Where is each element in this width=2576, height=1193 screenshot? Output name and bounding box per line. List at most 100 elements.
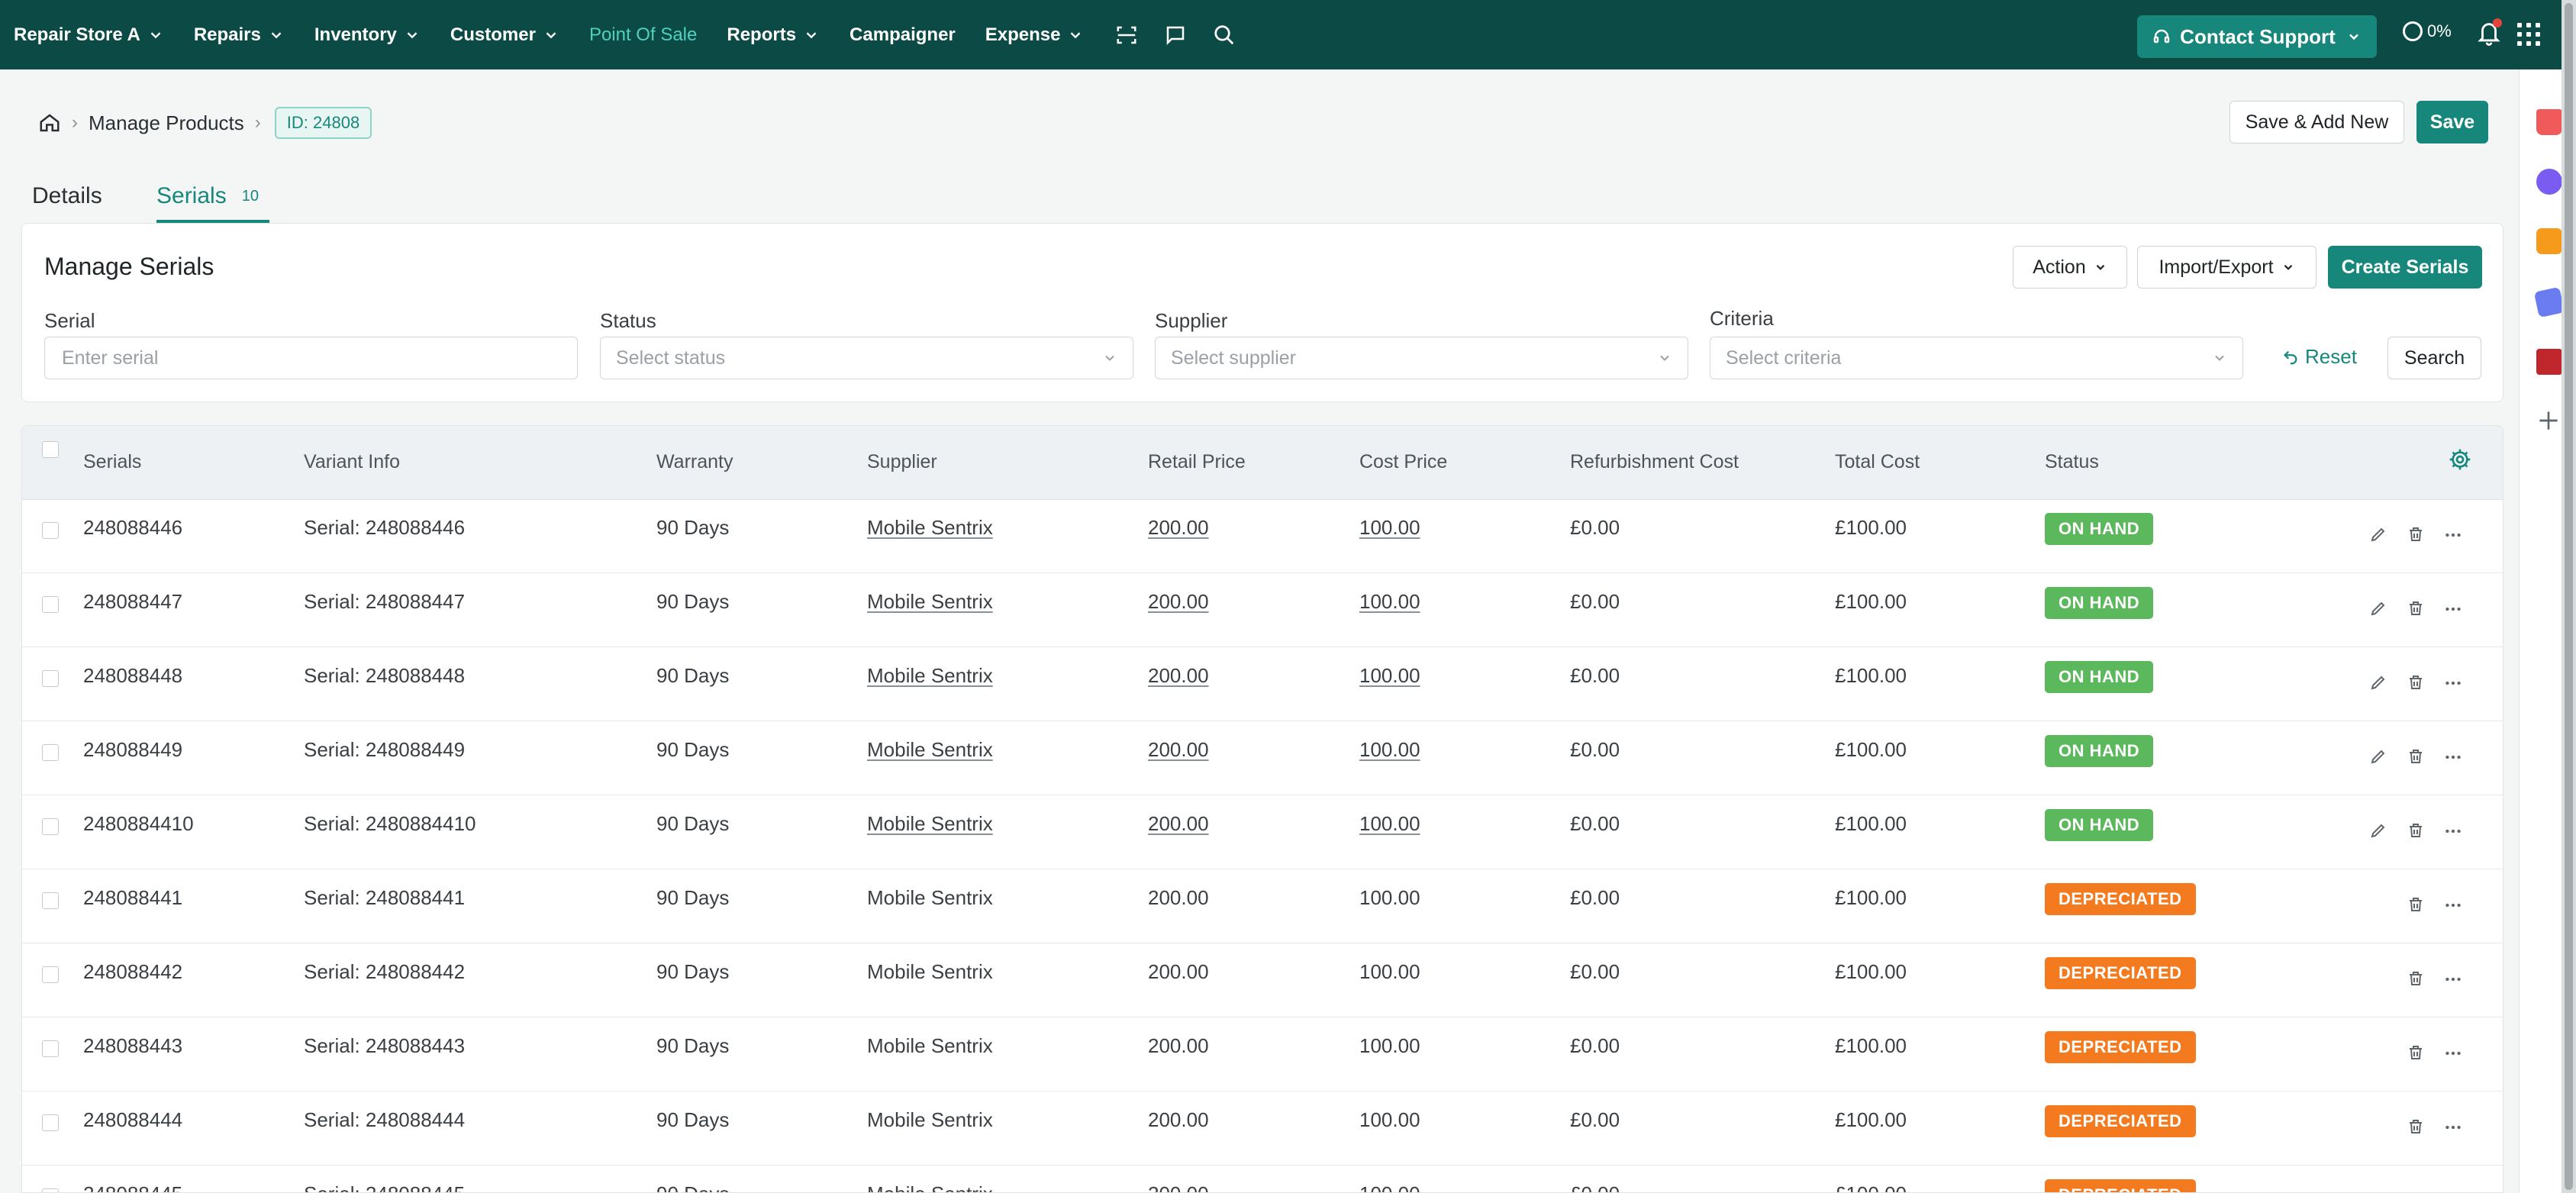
trash-icon[interactable] bbox=[2407, 895, 2426, 915]
save-button[interactable]: Save bbox=[2416, 101, 2488, 143]
table-row[interactable]: 248088443 Serial: 248088443 90 Days Mobile … bbox=[22, 1017, 2503, 1091]
edit-icon[interactable] bbox=[2369, 673, 2389, 693]
row-checkbox[interactable] bbox=[42, 596, 59, 613]
more-options-icon[interactable] bbox=[2443, 1117, 2463, 1137]
tab-details[interactable]: Details bbox=[32, 183, 102, 209]
row-checkbox[interactable] bbox=[42, 670, 59, 687]
notification-bell-icon[interactable] bbox=[2476, 18, 2503, 49]
retail-price-cell[interactable]: 200.00 bbox=[1148, 664, 1209, 688]
create-serials-button[interactable]: Create Serials bbox=[2328, 246, 2482, 289]
column-header-status[interactable]: Status bbox=[2045, 451, 2099, 473]
trash-icon[interactable] bbox=[2407, 747, 2426, 767]
column-header-retail-price[interactable]: Retail Price bbox=[1148, 451, 1246, 473]
row-checkbox[interactable] bbox=[42, 1114, 59, 1131]
nav-item-customer[interactable]: Customer bbox=[450, 24, 559, 46]
row-checkbox[interactable] bbox=[42, 744, 59, 761]
nav-item-point-of-sale[interactable]: Point Of Sale bbox=[589, 24, 697, 46]
trash-icon[interactable] bbox=[2407, 821, 2426, 841]
table-row[interactable]: 2480884410 Serial: 2480884410 90 Days Mobil… bbox=[22, 795, 2503, 869]
action-dropdown[interactable]: Action bbox=[2013, 246, 2127, 289]
more-options-icon[interactable] bbox=[2443, 599, 2463, 619]
edit-icon[interactable] bbox=[2369, 747, 2389, 767]
supplier-cell[interactable]: Mobile Sentrix bbox=[867, 738, 993, 762]
supplier-cell[interactable]: Mobile Sentrix bbox=[867, 516, 993, 540]
contact-support-button[interactable]: Contact Support bbox=[2137, 15, 2377, 58]
more-options-icon[interactable] bbox=[2443, 525, 2463, 545]
page-scrollbar[interactable] bbox=[2561, 0, 2576, 1193]
row-checkbox[interactable] bbox=[42, 1188, 59, 1192]
cost-price-cell[interactable]: 100.00 bbox=[1359, 590, 1420, 614]
retail-price-cell[interactable]: 200.00 bbox=[1148, 590, 1209, 614]
edit-icon[interactable] bbox=[2369, 525, 2389, 545]
more-options-icon[interactable] bbox=[2443, 673, 2463, 693]
cost-price-cell[interactable]: 100.00 bbox=[1359, 738, 1420, 762]
more-options-icon[interactable] bbox=[2443, 821, 2463, 841]
table-row[interactable]: 248088445 Serial: 248088445 90 Days Mobile … bbox=[22, 1166, 2503, 1192]
supplier-select[interactable]: Select supplier bbox=[1155, 337, 1688, 379]
row-checkbox[interactable] bbox=[42, 522, 59, 539]
add-icon[interactable] bbox=[2533, 405, 2564, 436]
column-header-supplier[interactable]: Supplier bbox=[867, 451, 937, 473]
cost-price-cell[interactable]: 100.00 bbox=[1359, 516, 1420, 540]
edit-icon[interactable] bbox=[2369, 599, 2389, 619]
save-and-add-new-button[interactable]: Save & Add New bbox=[2229, 101, 2404, 143]
column-header-refurbishment-cost[interactable]: Refurbishment Cost bbox=[1570, 451, 1739, 473]
column-header-cost-price[interactable]: Cost Price bbox=[1359, 451, 1447, 473]
chat-bubbles-icon[interactable] bbox=[2536, 169, 2562, 195]
supplier-cell[interactable]: Mobile Sentrix bbox=[867, 812, 993, 836]
notes-icon[interactable] bbox=[2536, 228, 2562, 254]
table-row[interactable]: 248088441 Serial: 248088441 90 Days Mobile … bbox=[22, 869, 2503, 943]
column-header-variant-info[interactable]: Variant Info bbox=[304, 451, 400, 473]
more-options-icon[interactable] bbox=[2443, 747, 2463, 767]
nav-item-inventory[interactable]: Inventory bbox=[314, 24, 421, 46]
column-header-warranty[interactable]: Warranty bbox=[656, 451, 733, 473]
search-button[interactable]: Search bbox=[2387, 337, 2481, 379]
cost-price-cell[interactable]: 100.00 bbox=[1359, 812, 1420, 836]
reset-button[interactable]: Reset bbox=[2282, 345, 2357, 369]
scan-icon[interactable] bbox=[1114, 22, 1140, 48]
row-checkbox[interactable] bbox=[42, 892, 59, 909]
chat-icon[interactable] bbox=[1162, 22, 1188, 48]
supplier-cell[interactable]: Mobile Sentrix bbox=[867, 664, 993, 688]
progress-indicator[interactable]: 0% bbox=[2403, 21, 2452, 41]
layers-icon[interactable] bbox=[2533, 286, 2565, 318]
gift-icon[interactable] bbox=[2536, 109, 2562, 135]
row-checkbox[interactable] bbox=[42, 966, 59, 983]
nav-item-repairs[interactable]: Repairs bbox=[194, 24, 285, 46]
select-all-checkbox[interactable] bbox=[42, 441, 59, 458]
table-row[interactable]: 248088447 Serial: 248088447 90 Days Mobile … bbox=[22, 573, 2503, 647]
nav-item-reports[interactable]: Reports bbox=[727, 24, 820, 46]
retail-price-cell[interactable]: 200.00 bbox=[1148, 516, 1209, 540]
tab-serials[interactable]: Serials 10 bbox=[156, 183, 259, 209]
more-options-icon[interactable] bbox=[2443, 969, 2463, 989]
trash-icon[interactable] bbox=[2407, 1117, 2426, 1137]
supplier-cell[interactable]: Mobile Sentrix bbox=[867, 590, 993, 614]
table-row[interactable]: 248088444 Serial: 248088444 90 Days Mobile … bbox=[22, 1091, 2503, 1166]
column-header-total-cost[interactable]: Total Cost bbox=[1835, 451, 1920, 473]
row-checkbox[interactable] bbox=[42, 818, 59, 835]
trash-icon[interactable] bbox=[2407, 1043, 2426, 1063]
wallet-icon[interactable] bbox=[2536, 349, 2562, 375]
nav-item-expense[interactable]: Expense bbox=[985, 24, 1085, 46]
row-checkbox[interactable] bbox=[42, 1040, 59, 1057]
scrollbar-thumb[interactable] bbox=[2565, 3, 2573, 1190]
edit-icon[interactable] bbox=[2369, 821, 2389, 841]
nav-item-repair-store-a[interactable]: Repair Store A bbox=[14, 24, 164, 46]
import-export-dropdown[interactable]: Import/Export bbox=[2137, 246, 2316, 289]
criteria-select[interactable]: Select criteria bbox=[1710, 337, 2243, 379]
column-header-serials[interactable]: Serials bbox=[83, 451, 141, 473]
retail-price-cell[interactable]: 200.00 bbox=[1148, 738, 1209, 762]
more-options-icon[interactable] bbox=[2443, 1043, 2463, 1063]
serial-input[interactable] bbox=[60, 346, 562, 370]
table-row[interactable]: 248088442 Serial: 248088442 90 Days Mobile … bbox=[22, 943, 2503, 1017]
trash-icon[interactable] bbox=[2407, 673, 2426, 693]
search-icon[interactable] bbox=[1211, 22, 1237, 48]
trash-icon[interactable] bbox=[2407, 599, 2426, 619]
table-row[interactable]: 248088449 Serial: 248088449 90 Days Mobile … bbox=[22, 721, 2503, 795]
home-icon[interactable] bbox=[38, 111, 61, 134]
trash-icon[interactable] bbox=[2407, 525, 2426, 545]
table-row[interactable]: 248088448 Serial: 248088448 90 Days Mobile … bbox=[22, 647, 2503, 721]
more-options-icon[interactable] bbox=[2443, 895, 2463, 915]
cost-price-cell[interactable]: 100.00 bbox=[1359, 664, 1420, 688]
status-select[interactable]: Select status bbox=[600, 337, 1133, 379]
